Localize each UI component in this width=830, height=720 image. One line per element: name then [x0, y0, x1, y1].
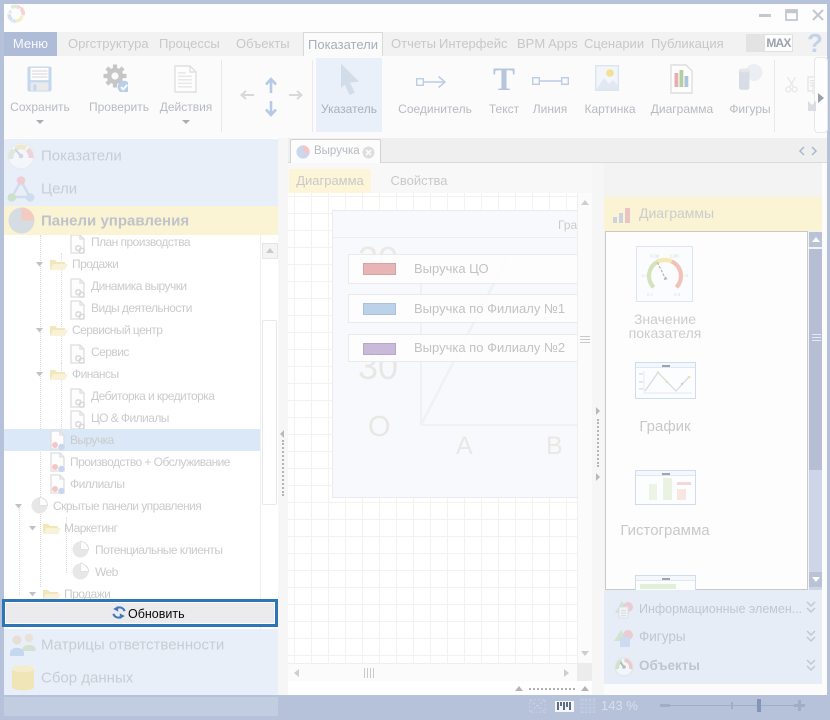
- svg-text:0,9: 0,9: [674, 292, 681, 297]
- svg-text:0,2: 0,2: [642, 273, 649, 278]
- svg-text:0,1: 0,1: [647, 292, 654, 297]
- svg-text:0,8: 0,8: [682, 273, 689, 278]
- svg-text:0,00: 0,00: [650, 254, 660, 260]
- svg-text:1,00: 1,00: [670, 254, 680, 260]
